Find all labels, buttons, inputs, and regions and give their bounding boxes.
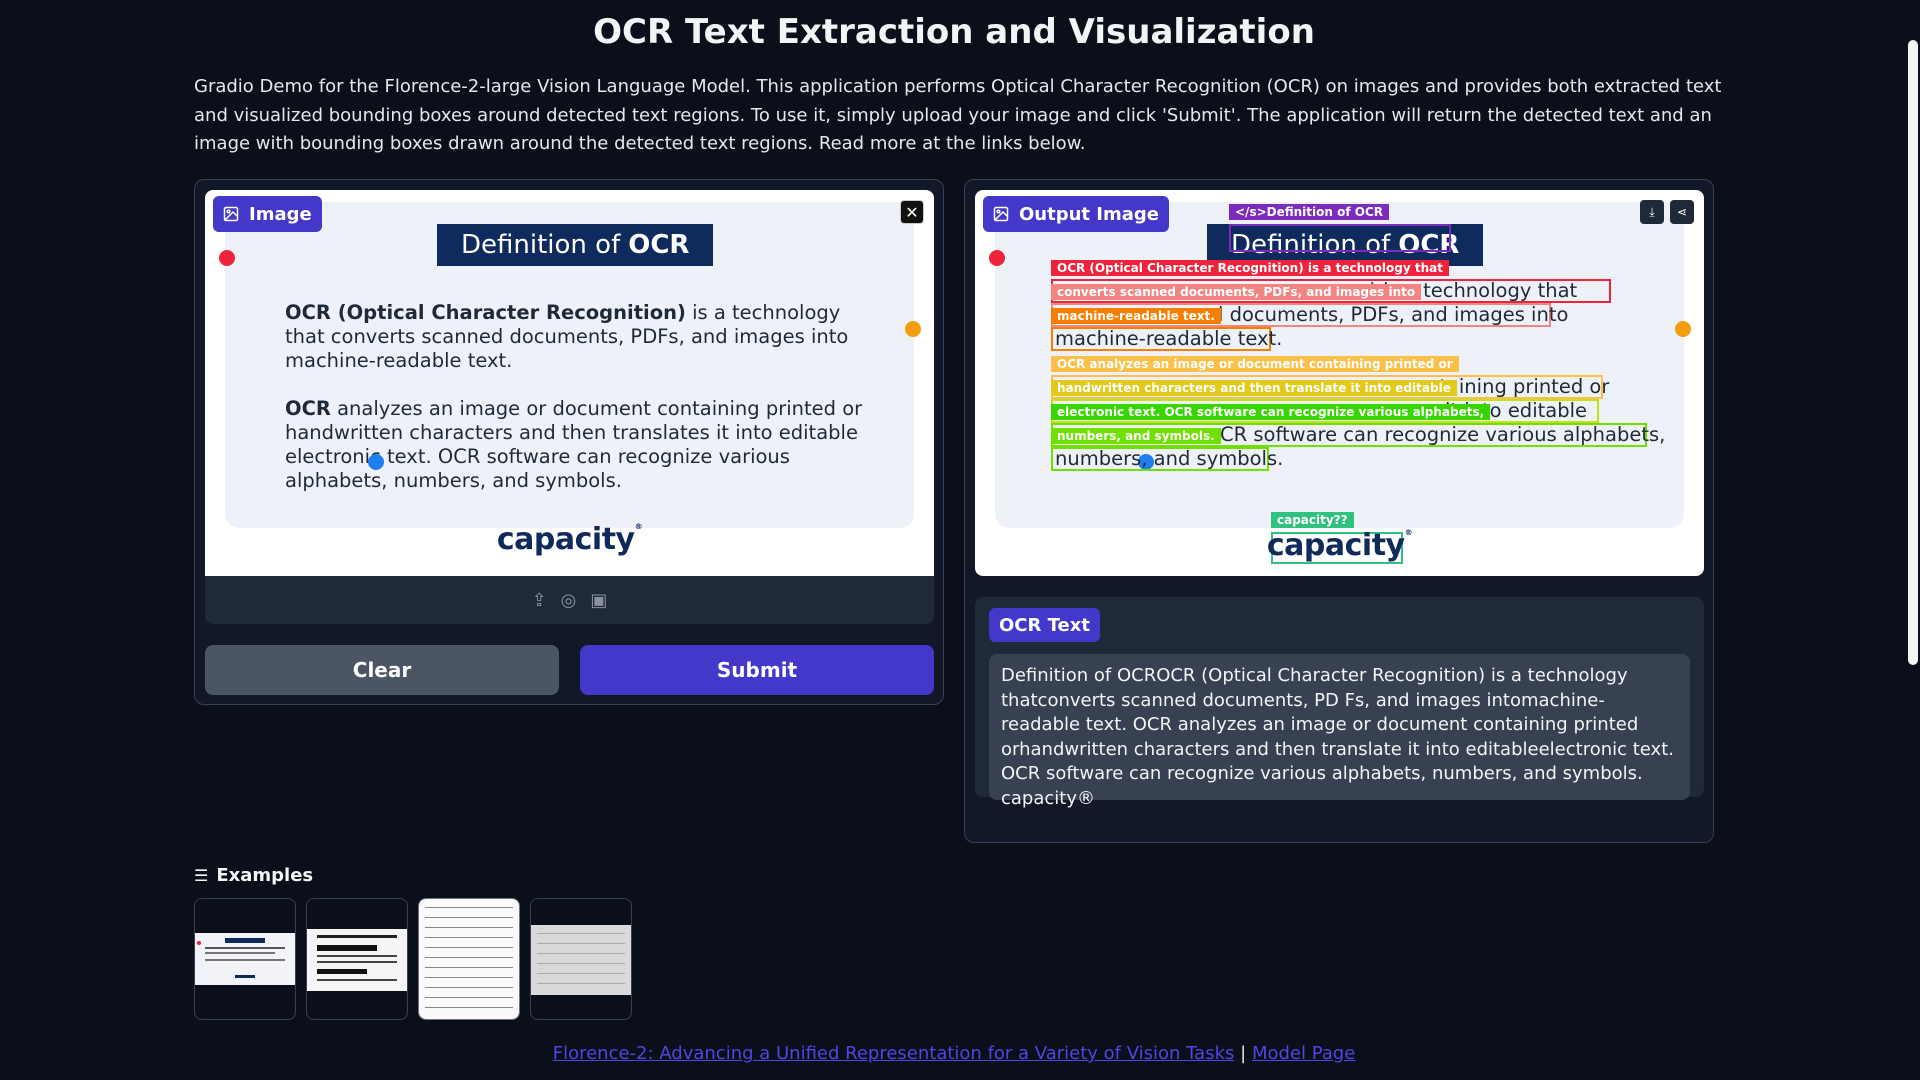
submit-button[interactable]: Submit bbox=[580, 645, 934, 695]
output-toolbar: ⤓ ⋖ bbox=[1640, 200, 1694, 224]
ocr-label: capacity?? bbox=[1271, 512, 1354, 528]
clear-button[interactable]: Clear bbox=[205, 645, 559, 695]
slide-text: OCR (Optical Character Recognition) is a… bbox=[285, 301, 885, 517]
ocr-label: handwritten characters and then translat… bbox=[1051, 380, 1457, 396]
image-icon bbox=[993, 206, 1009, 222]
example-image bbox=[531, 925, 631, 995]
input-panel: Image ✕ Definition of OCR OCR (Optical Ch… bbox=[194, 179, 944, 705]
ocr-label: </s>Definition of OCR bbox=[1229, 204, 1389, 220]
ocr-line-text: numbers, and symbols. bbox=[1055, 447, 1284, 470]
ocr-label: OCR (Optical Character Recognition) is a… bbox=[1051, 260, 1449, 276]
clipboard-icon[interactable]: ▣ bbox=[590, 590, 607, 611]
para1-bold: OCR (Optical Character Recognition) bbox=[285, 301, 686, 324]
model-page-link[interactable]: Model Page bbox=[1252, 1043, 1355, 1064]
red-dot bbox=[219, 250, 235, 266]
slide-title-bold: OCR bbox=[628, 230, 690, 260]
ocr-label: machine-readable text. bbox=[1051, 308, 1221, 324]
example-thumbnail[interactable] bbox=[194, 898, 296, 1020]
examples-gallery bbox=[194, 898, 632, 1020]
page-scrollbar[interactable] bbox=[1908, 40, 1918, 665]
capacity-logo: capacity® bbox=[1266, 528, 1413, 563]
slide-paragraph-2: OCR analyzes an image or document contai… bbox=[285, 397, 885, 493]
list-icon: ☰ bbox=[194, 866, 209, 885]
florence2-paper-link[interactable]: Florence-2: Advancing a Unified Represen… bbox=[553, 1043, 1235, 1064]
orange-dot bbox=[905, 321, 921, 337]
slide-title-prefix: Definition of bbox=[461, 230, 621, 260]
ocr-line-text: d documents, PDFs, and images into bbox=[1211, 303, 1569, 326]
examples-label-text: Examples bbox=[216, 865, 314, 886]
orange-dot bbox=[1675, 321, 1691, 337]
ocr-label: numbers, and symbols. bbox=[1051, 428, 1221, 444]
webcam-icon[interactable]: ◎ bbox=[561, 590, 577, 611]
image-label-text: Image bbox=[249, 203, 312, 225]
example-thumbnail[interactable] bbox=[530, 898, 632, 1020]
para2-bold: OCR bbox=[285, 397, 331, 420]
ocr-label: OCR analyzes an image or document contai… bbox=[1051, 356, 1459, 372]
para2-rest: analyzes an image or document containing… bbox=[285, 397, 863, 492]
page-description: Gradio Demo for the Florence-2-large Vis… bbox=[194, 76, 1722, 154]
ocr-line-text: CR software can recognize various alphab… bbox=[1220, 423, 1666, 446]
image-label: Image bbox=[213, 196, 322, 232]
close-icon[interactable]: ✕ bbox=[900, 200, 924, 224]
footer: Florence-2: Advancing a Unified Represen… bbox=[0, 1043, 1908, 1064]
ocr-line-text: machine-readable text. bbox=[1055, 327, 1283, 350]
ocr-box bbox=[1229, 224, 1451, 252]
download-icon[interactable]: ⤓ bbox=[1640, 200, 1664, 224]
page-title: OCR Text Extraction and Visualization bbox=[593, 12, 1315, 52]
ocr-label: converts scanned documents, PDFs, and im… bbox=[1051, 284, 1422, 300]
examples-label: ☰ Examples bbox=[194, 865, 313, 886]
upload-source-bar: ⇪ ◎ ▣ bbox=[205, 576, 934, 624]
slide-paragraph-1: OCR (Optical Character Recognition) is a… bbox=[285, 301, 885, 373]
output-image-label-text: Output Image bbox=[1019, 203, 1159, 225]
ocr-text-output[interactable]: Definition of OCROCR (Optical Character … bbox=[989, 654, 1690, 809]
blue-dot bbox=[368, 454, 384, 470]
ocr-text-section: OCR Text Definition of OCROCR (Optical C… bbox=[975, 597, 1704, 809]
example-image bbox=[307, 929, 407, 991]
output-image-label: Output Image bbox=[983, 196, 1169, 232]
output-panel: Output Image ⤓ ⋖ Definition of OCR </s>De… bbox=[964, 179, 1714, 843]
share-icon[interactable]: ⋖ bbox=[1670, 200, 1694, 224]
ocr-text-label: OCR Text bbox=[989, 608, 1100, 642]
slide-title: Definition of OCR bbox=[437, 224, 714, 266]
image-upload-area[interactable]: Image ✕ Definition of OCR OCR (Optical Ch… bbox=[205, 190, 934, 576]
red-dot bbox=[989, 250, 1005, 266]
image-icon bbox=[223, 206, 239, 222]
example-image bbox=[195, 933, 295, 985]
capacity-logo: capacity® bbox=[496, 522, 643, 557]
example-image bbox=[419, 899, 519, 1019]
output-image-area: Output Image ⤓ ⋖ Definition of OCR </s>De… bbox=[975, 190, 1704, 576]
ocr-label: electronic text. OCR software can recogn… bbox=[1051, 404, 1491, 420]
example-thumbnail[interactable] bbox=[306, 898, 408, 1020]
example-thumbnail[interactable] bbox=[418, 898, 520, 1020]
footer-separator: | bbox=[1240, 1043, 1247, 1064]
upload-icon[interactable]: ⇪ bbox=[532, 590, 547, 611]
